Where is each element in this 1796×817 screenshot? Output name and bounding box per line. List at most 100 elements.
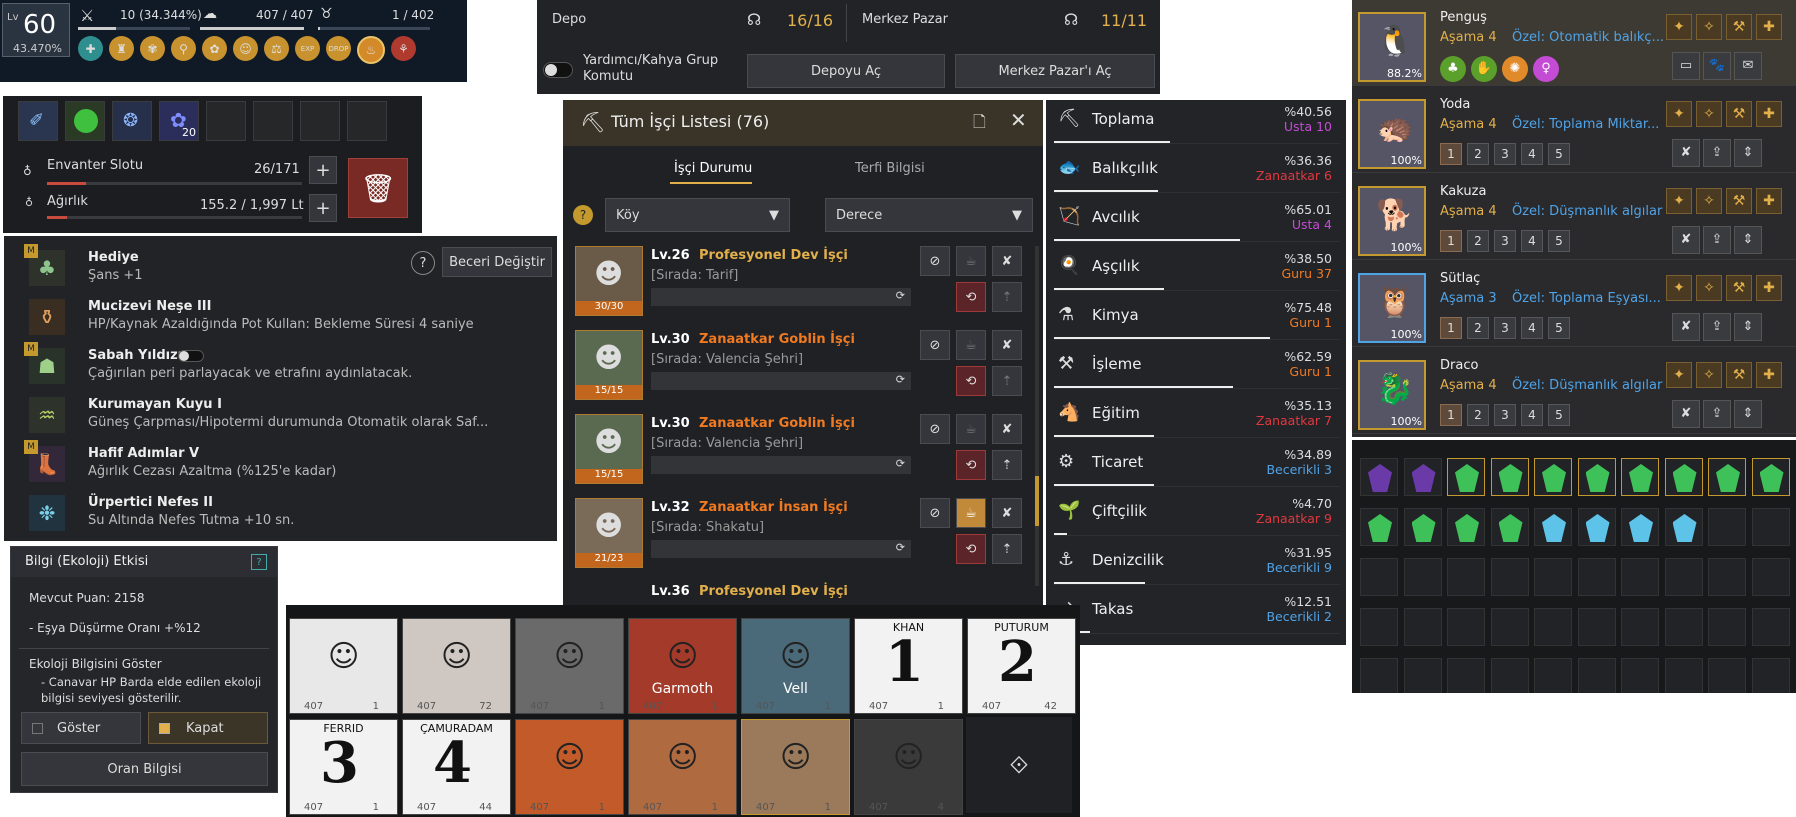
pet-item-slot[interactable]: [1621, 658, 1659, 693]
upgrade-button[interactable]: ⇡: [992, 366, 1022, 396]
item-slot[interactable]: [206, 101, 246, 141]
pet-item-slot[interactable]: [1490, 608, 1529, 646]
pet-tab[interactable]: 3: [1494, 404, 1516, 426]
pet-action-button[interactable]: ⇕: [1734, 313, 1762, 341]
pet-row[interactable]: 🐧 88.2% Penguş Aşama 4 Özel: Otomatik balıkç…: [1352, 0, 1796, 86]
character-slot[interactable]: ☺ 407 4: [854, 719, 963, 815]
pet-action-button[interactable]: ✘: [1672, 226, 1700, 254]
pet-item-slot[interactable]: [1664, 658, 1703, 693]
exp-buff-icon[interactable]: EXP: [295, 36, 320, 61]
pet-row[interactable]: 🐕 100% Kakuza Aşama 4 Özel: Düşmanlık algıla…: [1352, 174, 1796, 260]
rest-button[interactable]: ⊘: [920, 246, 950, 276]
pet-item-slot[interactable]: [1577, 508, 1616, 546]
pet-item-slot[interactable]: [1490, 508, 1529, 546]
delete-item-button[interactable]: 🗑: [348, 158, 408, 218]
worker-row[interactable]: ☻ 15/15 Lv.30 Zanaatkar Goblin İşçi [Sıra…: [575, 414, 1027, 498]
pet-item-slot[interactable]: [1447, 458, 1485, 496]
character-slot[interactable]: ☺ 407 1: [628, 719, 737, 815]
character-slot[interactable]: ☺ 407 1: [515, 618, 624, 714]
pet-action-button[interactable]: ⇕: [1734, 400, 1762, 428]
pet-tab[interactable]: 4: [1521, 143, 1543, 165]
show-button[interactable]: Göster: [21, 712, 141, 744]
worker-row[interactable]: ☻ 21/23 Lv.32 Zanaatkar İnsan İşçi [Sırad…: [575, 498, 1027, 582]
pet-action-button[interactable]: ✉: [1734, 52, 1762, 80]
life-skill-row[interactable]: ⚒ İşleme %62.59 Guru 1: [1054, 345, 1340, 389]
character-slot[interactable]: 4 ÇAMURADAM 407 44: [402, 719, 511, 815]
pet-item-slot[interactable]: [1751, 658, 1790, 693]
pet-item-slot[interactable]: [1447, 558, 1485, 596]
group-command-toggle[interactable]: [543, 62, 573, 78]
pet-item-slot[interactable]: [1751, 558, 1790, 596]
pet-item-slot[interactable]: [1664, 558, 1703, 596]
character-slot[interactable]: 2 PUTURUM 407 42: [967, 618, 1076, 714]
item-slot[interactable]: [65, 101, 105, 141]
pet-item-slot[interactable]: [1403, 508, 1442, 546]
pet-action-button[interactable]: ⇕: [1734, 226, 1762, 254]
pet-tab[interactable]: 2: [1467, 230, 1489, 252]
item-slot[interactable]: ✿ 20: [159, 101, 199, 141]
pet-item-slot[interactable]: [1708, 558, 1746, 596]
pet-item-slot[interactable]: [1447, 508, 1485, 546]
hide-button[interactable]: Kapat: [148, 712, 268, 744]
pet-item-slot[interactable]: [1403, 558, 1442, 596]
character-slot[interactable]: ☺ 407 72: [402, 618, 511, 714]
open-market-button[interactable]: Merkez Pazar'ı Aç: [955, 54, 1155, 88]
pet-item-slot[interactable]: [1534, 558, 1572, 596]
skill-toggle[interactable]: [178, 350, 204, 362]
pet-row[interactable]: 🦉 100% Sütlaç Aşama 3 Özel: Toplama Eşyası..…: [1352, 261, 1796, 347]
pet-tab[interactable]: 4: [1521, 317, 1543, 339]
pet-item-slot[interactable]: [1534, 658, 1572, 693]
item-slot[interactable]: [347, 101, 387, 141]
pet-tab[interactable]: 5: [1548, 317, 1570, 339]
pet-tab[interactable]: 1: [1440, 143, 1462, 165]
beer-button[interactable]: ☕: [956, 246, 986, 276]
item-slot[interactable]: [253, 101, 293, 141]
buff-icon[interactable]: ✚: [78, 36, 103, 61]
pet-item-slot[interactable]: [1534, 458, 1572, 496]
pet-item-slot[interactable]: [1751, 508, 1790, 546]
pet-item-slot[interactable]: [1360, 658, 1398, 693]
grade-filter[interactable]: Derece ▼: [825, 198, 1033, 232]
character-slot[interactable]: 1 KHAN 407 1: [854, 618, 963, 714]
pet-tab[interactable]: 5: [1548, 404, 1570, 426]
pet-item-slot[interactable]: [1490, 658, 1529, 693]
pet-action-button[interactable]: ▭: [1672, 52, 1700, 80]
pet-action-button[interactable]: ⇪: [1703, 400, 1731, 428]
life-skill-row[interactable]: 🍳 Aşçılık %38.50 Guru 37: [1054, 247, 1340, 291]
pet-action-button[interactable]: ⇪: [1703, 313, 1731, 341]
buff-icon[interactable]: ✾: [140, 36, 165, 61]
pet-tab[interactable]: 5: [1548, 143, 1570, 165]
pet-action-button[interactable]: ✘: [1672, 400, 1700, 428]
close-icon[interactable]: ✕: [1010, 108, 1027, 132]
pet-item-slot[interactable]: [1708, 458, 1746, 496]
life-skill-row[interactable]: 🌱 Çiftçilik %4.70 Zanaatkar 9: [1054, 492, 1340, 536]
pet-tab[interactable]: 3: [1494, 317, 1516, 339]
pet-item-slot[interactable]: [1751, 458, 1790, 496]
pet-item-slot[interactable]: [1751, 608, 1790, 646]
upgrade-button[interactable]: ⇡: [992, 534, 1022, 564]
pet-tab[interactable]: 3: [1494, 143, 1516, 165]
worker-row[interactable]: ☻ 30/30 Lv.26 Profesyonel Dev İşçi [Sırad…: [575, 246, 1027, 330]
pet-item-slot[interactable]: [1708, 508, 1746, 546]
repeat-button[interactable]: ⟲: [956, 366, 986, 396]
pet-action-button[interactable]: ✘: [1672, 313, 1700, 341]
life-skill-row[interactable]: 🏹 Avcılık %65.01 Usta 4: [1054, 198, 1340, 242]
beer-button[interactable]: ☕: [956, 414, 986, 444]
pet-item-slot[interactable]: [1708, 608, 1746, 646]
pet-item-slot[interactable]: [1621, 458, 1659, 496]
pet-tab[interactable]: 3: [1494, 230, 1516, 252]
beer-button[interactable]: ☕: [956, 330, 986, 360]
pet-item-slot[interactable]: [1621, 608, 1659, 646]
pet-item-slot[interactable]: [1447, 658, 1485, 693]
buff-icon[interactable]: ⚖: [264, 36, 289, 61]
pet-item-slot[interactable]: [1403, 608, 1442, 646]
pet-tab[interactable]: 1: [1440, 317, 1462, 339]
tab-worker-status[interactable]: İşçi Durumu: [674, 161, 752, 176]
pet-item-slot[interactable]: [1664, 458, 1703, 496]
pet-item-slot[interactable]: [1534, 608, 1572, 646]
item-slot[interactable]: ❂: [112, 101, 152, 141]
character-slot[interactable]: 3 FERRID 407 1: [289, 719, 398, 815]
pet-item-slot[interactable]: [1664, 608, 1703, 646]
buff-icon[interactable]: ♜: [109, 36, 134, 61]
swap-character-button[interactable]: ⟐: [966, 717, 1072, 813]
